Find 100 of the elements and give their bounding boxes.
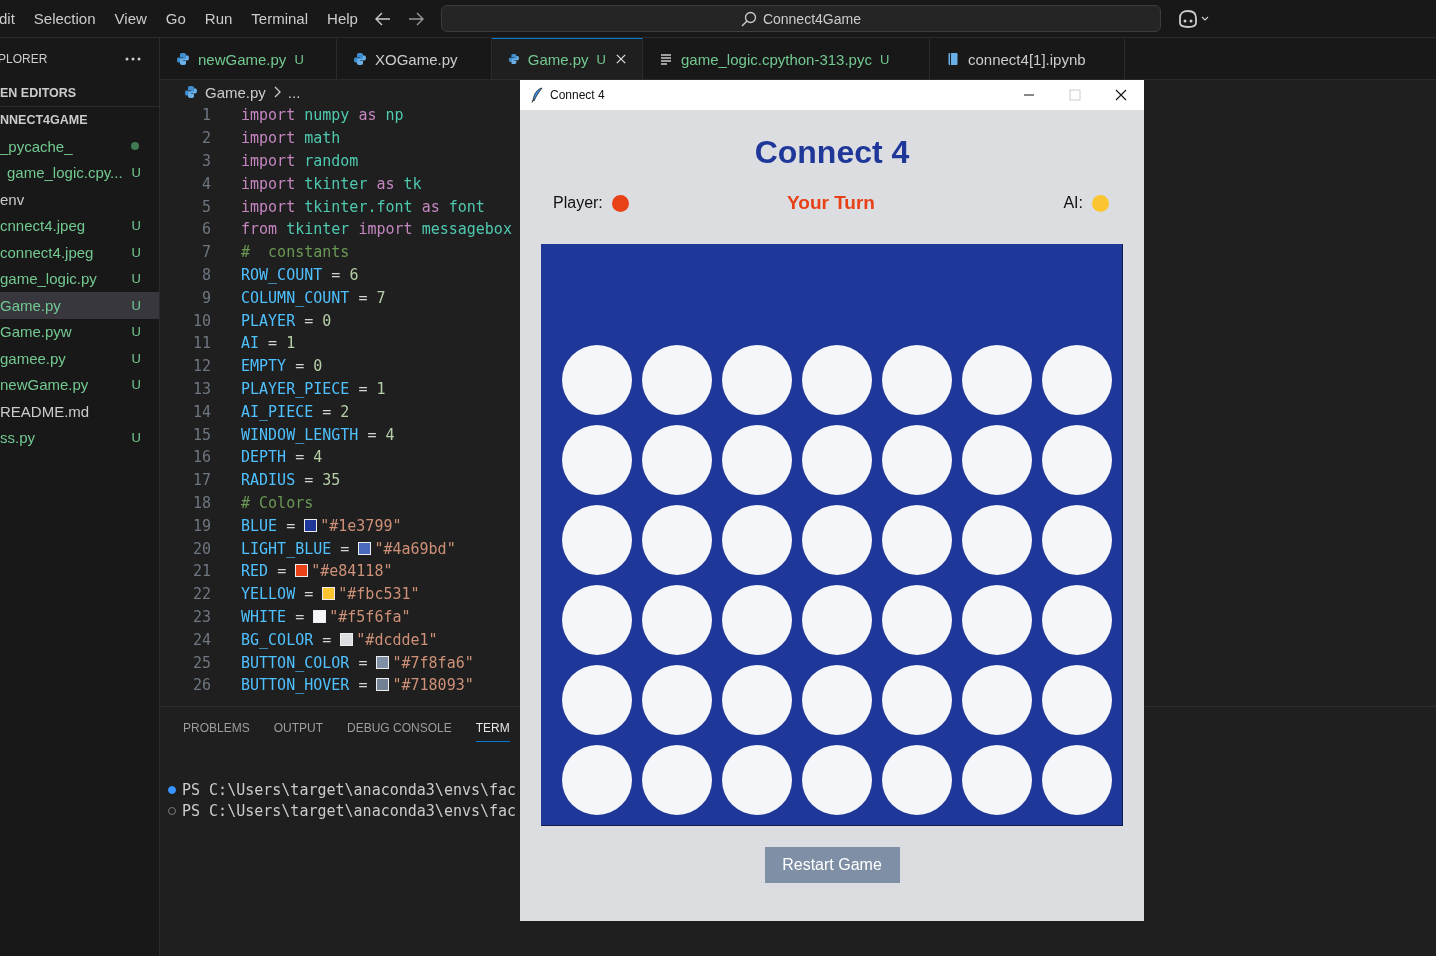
code-line: BUTTON_HOVER = "#718093": [241, 676, 474, 695]
more-icon[interactable]: [125, 57, 141, 61]
lines-icon: [659, 52, 673, 66]
line-number: 14: [191, 402, 211, 421]
code-line: BLUE = "#1e3799": [241, 516, 402, 535]
code-line: DEPTH = 4: [241, 448, 323, 467]
section-header[interactable]: NNECT4GAME: [0, 107, 159, 133]
file-item[interactable]: ss.py U: [0, 424, 159, 451]
ai-label: AI:: [1063, 194, 1083, 212]
line-number: 18: [191, 493, 211, 512]
file-item[interactable]: cnnect4.jpeg U: [0, 212, 159, 239]
code-line: import random: [241, 152, 359, 170]
line-number: 2: [200, 129, 211, 148]
menu-item[interactable]: Run: [204, 10, 233, 27]
code-line: WHITE = "#f5f6fa": [241, 607, 411, 626]
file-item[interactable]: README.md: [0, 398, 159, 425]
panel-tab[interactable]: PROBLEMS: [183, 714, 250, 742]
file-item[interactable]: Game.py U: [0, 292, 159, 319]
code-line: AI_PIECE = 2: [241, 402, 350, 421]
python-icon: [176, 52, 190, 66]
code-line: from tkinter import messagebox: [241, 220, 512, 239]
file-item[interactable]: _pycache_: [0, 133, 159, 160]
section-header[interactable]: EN EDITORS: [0, 80, 159, 107]
forward-icon[interactable]: [407, 11, 424, 26]
code-line: # constants: [241, 243, 350, 262]
editor-tab[interactable]: game_logic.cpython-313.pyc U: [643, 38, 930, 79]
code-line: BUTTON_COLOR = "#7f8fa6": [241, 653, 474, 672]
menu-item[interactable]: Help: [327, 10, 358, 27]
line-number: 3: [200, 152, 211, 170]
code-line: COLUMN_COUNT = 7: [241, 288, 386, 307]
file-item[interactable]: Game.pyw U: [0, 318, 159, 345]
game-title: Connect 4: [754, 133, 910, 172]
panel-tab[interactable]: OUTPUT: [273, 714, 324, 742]
file-item[interactable]: connect4.jpeg U: [0, 239, 159, 266]
search-field[interactable]: Connect4Game: [440, 5, 1161, 32]
file-item[interactable]: newGame.py U: [0, 371, 159, 398]
search-icon: [740, 10, 757, 27]
line-number: 1: [200, 106, 211, 125]
line-number: 16: [191, 448, 211, 467]
editor-tab[interactable]: connect4[1].ipynb: [930, 38, 1125, 79]
code-line: PLAYER_PIECE = 1: [241, 379, 386, 398]
panel-tab[interactable]: TERM: [475, 714, 510, 742]
menu-item[interactable]: View: [114, 10, 147, 27]
code-line: WINDOW_LENGTH = 4: [241, 425, 395, 444]
line-number: 26: [191, 676, 211, 695]
code-line: EMPTY = 0: [241, 357, 323, 376]
copilot-icon[interactable]: [1176, 9, 1211, 28]
back-icon[interactable]: [374, 11, 391, 26]
line-number: 22: [191, 585, 211, 604]
file-item[interactable]: gamee.py U: [0, 345, 159, 372]
code-line: PLAYER = 0: [241, 311, 332, 330]
code-line: import numpy as np: [241, 106, 404, 125]
terminal-line: PS C:\Users\target\anaconda3\envs\fac: [182, 801, 517, 820]
file-item[interactable]: game_logic.cpy... U: [0, 159, 159, 186]
line-number: 9: [200, 288, 211, 307]
command-status-icon[interactable]: [168, 785, 176, 794]
code-line: RADIUS = 35: [241, 471, 341, 490]
line-number: 17: [191, 471, 211, 490]
terminal-line: PS C:\Users\target\anaconda3\envs\fac: [182, 780, 517, 799]
line-number: 20: [191, 539, 211, 558]
line-number: 25: [191, 653, 211, 672]
feather-icon: [531, 87, 543, 103]
line-number: 13: [191, 379, 211, 398]
notebook-icon: [946, 52, 960, 66]
code-line: import tkinter as tk: [241, 174, 422, 193]
code-line: import tkinter.font as font: [241, 197, 485, 216]
menu-item[interactable]: Selection: [33, 10, 96, 27]
breadcrumb-item[interactable]: Game.py: [205, 83, 266, 101]
code-line: BG_COLOR = "#dcdde1": [241, 630, 438, 649]
line-number: 23: [191, 607, 211, 626]
python-icon: [508, 52, 520, 66]
close-icon[interactable]: [1115, 89, 1127, 101]
editor-tab[interactable]: newGame.py U: [160, 38, 337, 79]
panel-tab[interactable]: DEBUG CONSOLE: [347, 714, 452, 742]
game-board[interactable]: [541, 244, 1123, 826]
line-number: 8: [200, 265, 211, 284]
line-number: 12: [191, 357, 211, 376]
editor-tab[interactable]: Game.py U: [492, 38, 643, 79]
file-item[interactable]: env: [0, 186, 159, 213]
menu-item[interactable]: Go: [165, 10, 186, 27]
line-number: 15: [191, 425, 211, 444]
line-number: 21: [191, 562, 211, 581]
window-title: Connect 4: [550, 88, 605, 102]
code-line: RED = "#e84118": [241, 562, 393, 581]
turn-status: Your Turn: [787, 192, 875, 214]
code-line: LIGHT_BLUE = "#4a69bd": [241, 539, 456, 558]
line-number: 10: [191, 311, 211, 330]
file-item[interactable]: game_logic.py U: [0, 265, 159, 292]
line-number: 5: [200, 197, 211, 216]
python-icon: [353, 52, 367, 66]
code-line: AI = 1: [241, 334, 296, 353]
player-label: Player:: [553, 194, 603, 212]
menu-item[interactable]: dit: [0, 10, 15, 27]
line-number: 4: [200, 174, 211, 193]
breadcrumb-item[interactable]: ...: [287, 83, 301, 101]
chevron-icon: [272, 86, 281, 98]
code-line: ROW_COUNT = 6: [241, 265, 359, 284]
menu-item[interactable]: Terminal: [251, 10, 309, 27]
code-line: YELLOW = "#fbc531": [241, 585, 420, 604]
code-line: # Colors: [241, 493, 314, 512]
